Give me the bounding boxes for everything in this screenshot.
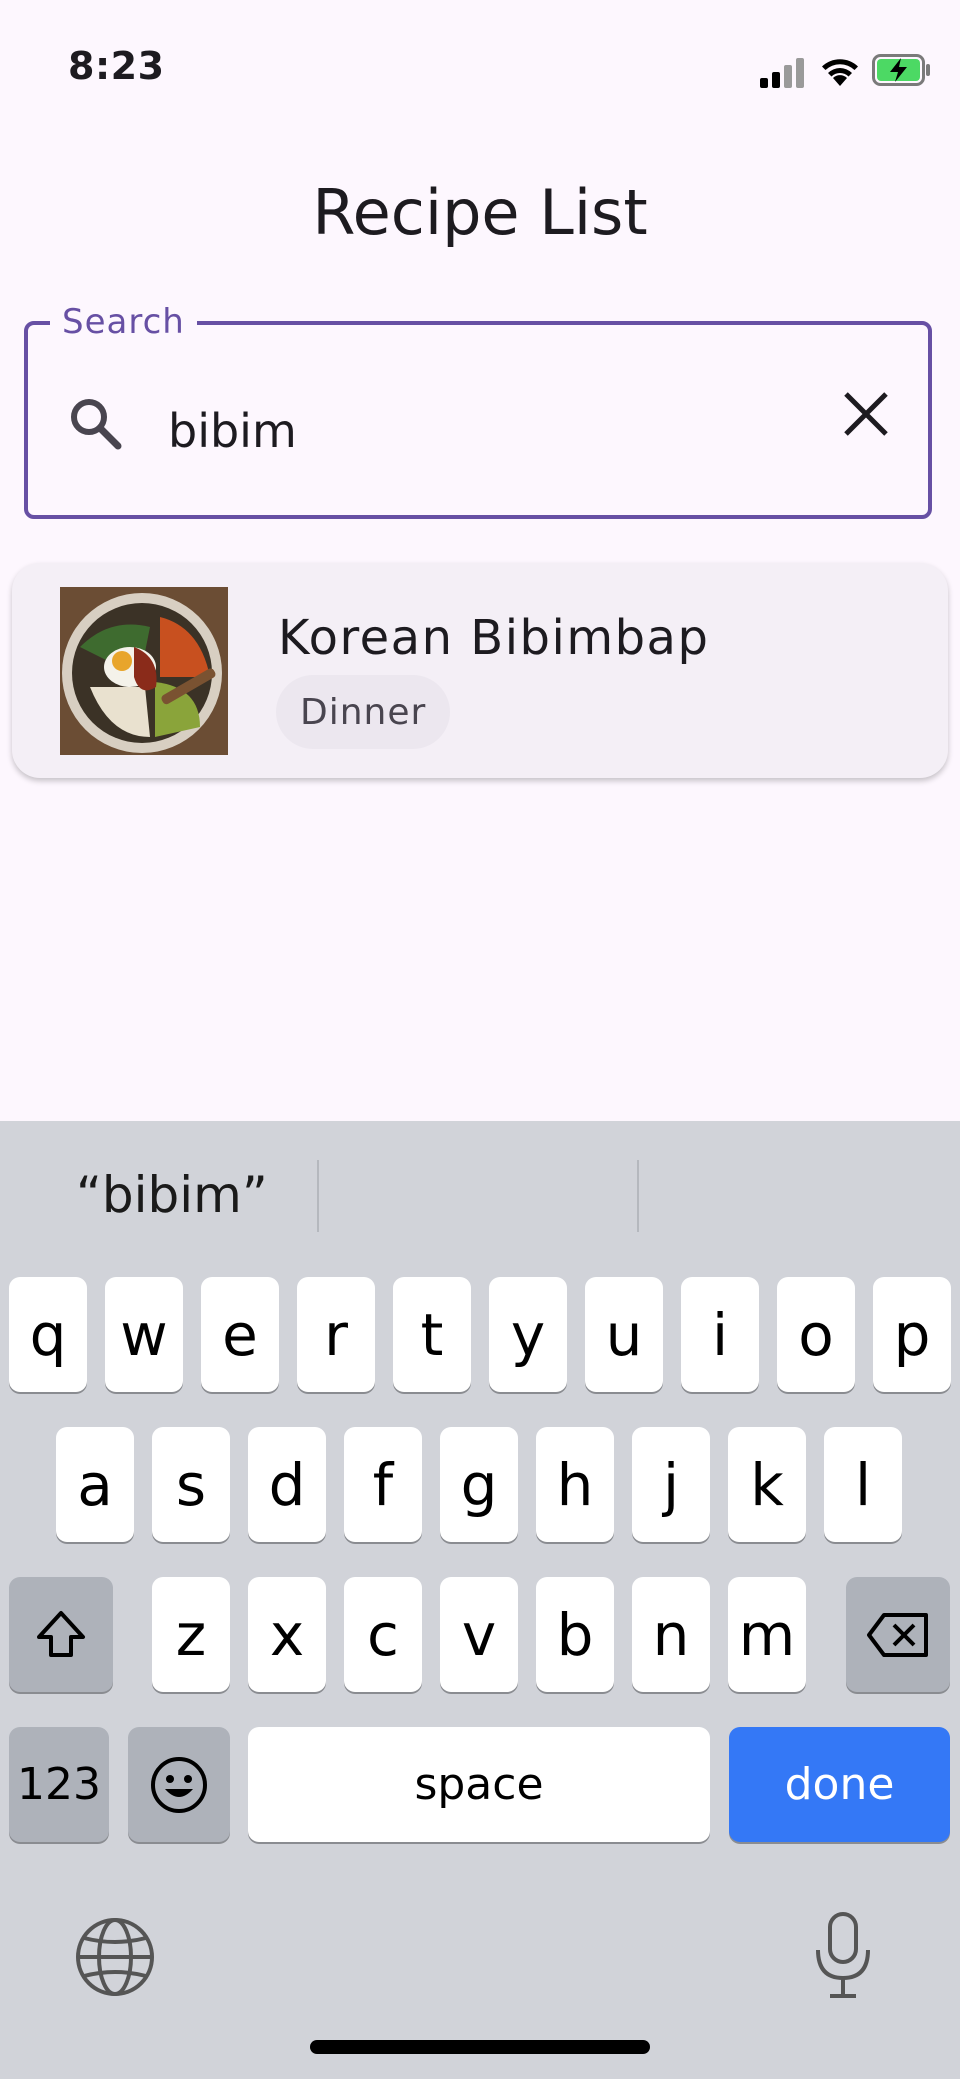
search-label: Search <box>50 302 197 342</box>
cellular-signal-icon <box>760 58 804 88</box>
key-o[interactable]: o <box>777 1277 855 1392</box>
backspace-icon <box>867 1612 928 1657</box>
key-r[interactable]: r <box>297 1277 375 1392</box>
suggestion-divider <box>637 1160 639 1232</box>
key-b[interactable]: b <box>536 1577 614 1692</box>
emoji-icon <box>151 1756 207 1813</box>
suggestion-divider <box>317 1160 319 1232</box>
key-s[interactable]: s <box>152 1427 230 1542</box>
page-title: Recipe List <box>312 176 648 249</box>
close-icon[interactable] <box>836 384 896 444</box>
key-k[interactable]: k <box>728 1427 806 1542</box>
search-input[interactable] <box>168 396 788 466</box>
shift-key[interactable] <box>9 1577 113 1692</box>
key-t[interactable]: t <box>393 1277 471 1392</box>
recipe-title: Korean Bibimbap <box>278 610 710 666</box>
recipe-image <box>60 587 228 755</box>
key-e[interactable]: e <box>201 1277 279 1392</box>
key-h[interactable]: h <box>536 1427 614 1542</box>
key-n[interactable]: n <box>632 1577 710 1692</box>
category-chip: Dinner <box>276 675 451 749</box>
status-time: 8:23 <box>68 44 165 88</box>
key-p[interactable]: p <box>873 1277 951 1392</box>
numbers-key[interactable]: 123 <box>9 1727 109 1842</box>
key-l[interactable]: l <box>824 1427 902 1542</box>
space-key[interactable]: space <box>248 1727 710 1842</box>
key-g[interactable]: g <box>440 1427 518 1542</box>
key-u[interactable]: u <box>585 1277 663 1392</box>
search-icon <box>71 399 122 450</box>
globe-icon[interactable] <box>74 1916 156 1998</box>
shift-icon <box>37 1610 85 1657</box>
emoji-key[interactable] <box>128 1727 230 1842</box>
battery-charging-icon <box>872 54 930 86</box>
key-i[interactable]: i <box>681 1277 759 1392</box>
key-m[interactable]: m <box>728 1577 806 1692</box>
key-f[interactable]: f <box>344 1427 422 1542</box>
key-w[interactable]: w <box>105 1277 183 1392</box>
microphone-icon[interactable] <box>812 1910 874 2000</box>
key-x[interactable]: x <box>248 1577 326 1692</box>
wifi-icon <box>822 59 858 86</box>
home-indicator <box>310 2040 650 2054</box>
key-v[interactable]: v <box>440 1577 518 1692</box>
key-q[interactable]: q <box>9 1277 87 1392</box>
backspace-key[interactable] <box>846 1577 950 1692</box>
key-z[interactable]: z <box>152 1577 230 1692</box>
key-y[interactable]: y <box>489 1277 567 1392</box>
key-d[interactable]: d <box>248 1427 326 1542</box>
key-j[interactable]: j <box>632 1427 710 1542</box>
suggestion-1[interactable]: “bibim” <box>76 1166 268 1224</box>
key-a[interactable]: a <box>56 1427 134 1542</box>
key-c[interactable]: c <box>344 1577 422 1692</box>
done-key[interactable]: done <box>729 1727 950 1842</box>
